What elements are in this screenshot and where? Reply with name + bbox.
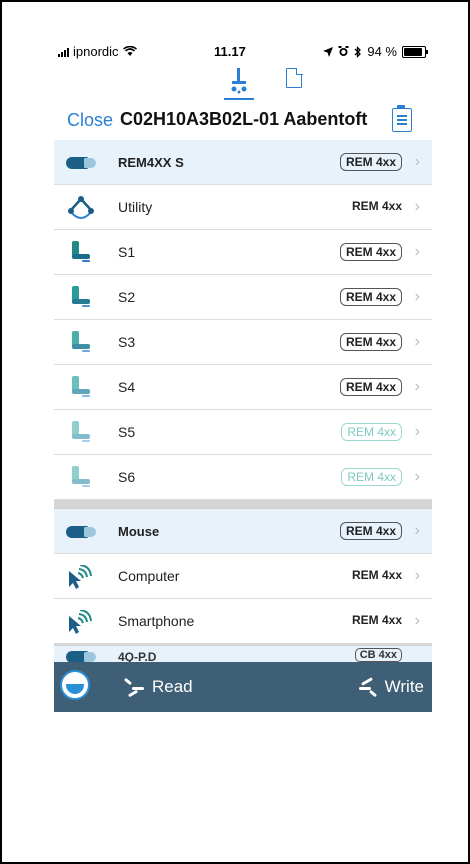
- wheelchair-icon: [231, 68, 247, 94]
- row-tag: REM 4xx: [341, 468, 402, 486]
- chevron-right-icon: ›: [414, 153, 420, 170]
- read-button[interactable]: Read: [123, 674, 193, 700]
- chevron-right-icon: ›: [414, 612, 420, 629]
- phone-screen: ipnordic 11.17 94 % Close C02H10A3B02L-0…: [54, 34, 432, 714]
- row-sublabel: D1: [118, 700, 133, 712]
- list-section-mouse[interactable]: Mouse REM 4xx ›: [54, 509, 432, 554]
- remote-icon: [66, 520, 96, 544]
- row-tag: REM 4xx: [339, 288, 402, 306]
- row-tag: CB 4xx: [354, 648, 402, 662]
- list-item-s4[interactable]: S4 REM 4xx ›: [54, 365, 432, 410]
- clipboard-icon[interactable]: [392, 105, 412, 132]
- row-label: S6: [118, 469, 136, 485]
- signal-icon: [58, 47, 69, 57]
- view-tabs: [214, 62, 324, 102]
- row-tag: REM 4xx: [339, 153, 402, 171]
- chevron-right-icon: ›: [414, 333, 420, 350]
- nav-header: Close C02H10A3B02L-01 Aabentoft: [54, 104, 432, 138]
- screenshot-frame: ipnordic 11.17 94 % Close C02H10A3B02L-0…: [0, 0, 470, 864]
- row-tag: REM 4xx: [339, 378, 402, 396]
- row-tag: REM 4xx: [339, 243, 402, 261]
- status-left: ipnordic: [58, 44, 137, 59]
- status-time: 11.17: [214, 44, 246, 59]
- list-item-s5[interactable]: S5 REM 4xx ›: [54, 410, 432, 455]
- bluetooth-icon: [354, 45, 362, 58]
- row-label: Mouse: [118, 524, 160, 539]
- row-label: S5: [118, 424, 136, 440]
- seat-icon: [66, 421, 96, 445]
- list-item-s2[interactable]: S2 REM 4xx ›: [54, 275, 432, 320]
- chevron-right-icon: ›: [414, 243, 420, 260]
- row-label: Utility: [118, 199, 153, 215]
- seat-icon: [66, 331, 96, 355]
- write-transfer-icon: [357, 677, 379, 698]
- alarm-icon: [338, 46, 349, 56]
- status-bar: ipnordic 11.17 94 %: [54, 34, 432, 59]
- list-item-s1[interactable]: S1 REM 4xx ›: [54, 230, 432, 275]
- status-right: 94 %: [323, 44, 428, 59]
- location-icon: [323, 46, 334, 57]
- write-label: Write: [384, 677, 424, 696]
- row-label: Computer: [118, 568, 180, 584]
- wireless-pointer-icon: [69, 565, 92, 589]
- read-label: Read: [152, 677, 193, 696]
- settings-list: REM4XX S REM 4xx › Utility REM 4xx › S1 …: [54, 140, 432, 653]
- network-icon: [68, 196, 94, 219]
- list-item-computer[interactable]: Computer REM 4xx ›: [54, 554, 432, 599]
- list-item-utility[interactable]: Utility REM 4xx ›: [54, 185, 432, 230]
- battery-icon: [402, 45, 428, 58]
- list-section-rem4xx[interactable]: REM4XX S REM 4xx ›: [54, 140, 432, 185]
- connection-status-icon[interactable]: [60, 670, 90, 700]
- seat-icon: [66, 286, 96, 310]
- row-tag: REM 4xx: [351, 568, 402, 582]
- chevron-right-icon: ›: [414, 522, 420, 539]
- seat-icon: [66, 376, 96, 400]
- carrier-name: ipnordic: [73, 44, 119, 59]
- battery-percent: 94 %: [367, 44, 397, 59]
- row-tag: REM 4xx: [339, 333, 402, 351]
- row-tag: REM 4xx: [339, 522, 402, 540]
- row-label: S2: [118, 289, 136, 305]
- chevron-right-icon: ›: [414, 567, 420, 584]
- list-item-smartphone[interactable]: Smartphone REM 4xx ›: [54, 599, 432, 644]
- read-transfer-icon: [123, 677, 146, 698]
- list-item-s6[interactable]: S6 REM 4xx ›: [54, 455, 432, 500]
- row-label: Smartphone: [118, 613, 195, 629]
- wifi-icon: [122, 46, 137, 56]
- chevron-right-icon: ›: [414, 378, 420, 395]
- chevron-right-icon: ›: [414, 198, 420, 215]
- row-tag: REM 4xx: [351, 199, 402, 213]
- row-tag: REM 4xx: [351, 613, 402, 627]
- document-icon[interactable]: [286, 67, 303, 88]
- active-tab-indicator: [224, 98, 254, 100]
- page-title: C02H10A3B02L-01 Aabentoft: [120, 109, 368, 129]
- row-label: S3: [118, 334, 136, 350]
- row-label: REM4XX S: [118, 155, 184, 170]
- list-item-s3[interactable]: S3 REM 4xx ›: [54, 320, 432, 365]
- remote-icon: [66, 151, 96, 175]
- chevron-right-icon: ›: [414, 288, 420, 305]
- wireless-pointer-icon: [69, 610, 92, 634]
- write-button[interactable]: Write: [357, 674, 424, 700]
- seat-icon: [66, 241, 96, 265]
- chevron-right-icon: ›: [414, 468, 420, 485]
- section-divider: [54, 500, 432, 509]
- tab-wheelchair[interactable]: [228, 66, 250, 96]
- bottom-action-bar: Read Write D1: [54, 662, 432, 712]
- row-label: S4: [118, 379, 136, 395]
- seat-icon: [66, 466, 96, 490]
- row-label: S1: [118, 244, 136, 260]
- close-button[interactable]: Close: [67, 110, 113, 131]
- row-tag: REM 4xx: [341, 423, 402, 441]
- chevron-right-icon: ›: [414, 423, 420, 440]
